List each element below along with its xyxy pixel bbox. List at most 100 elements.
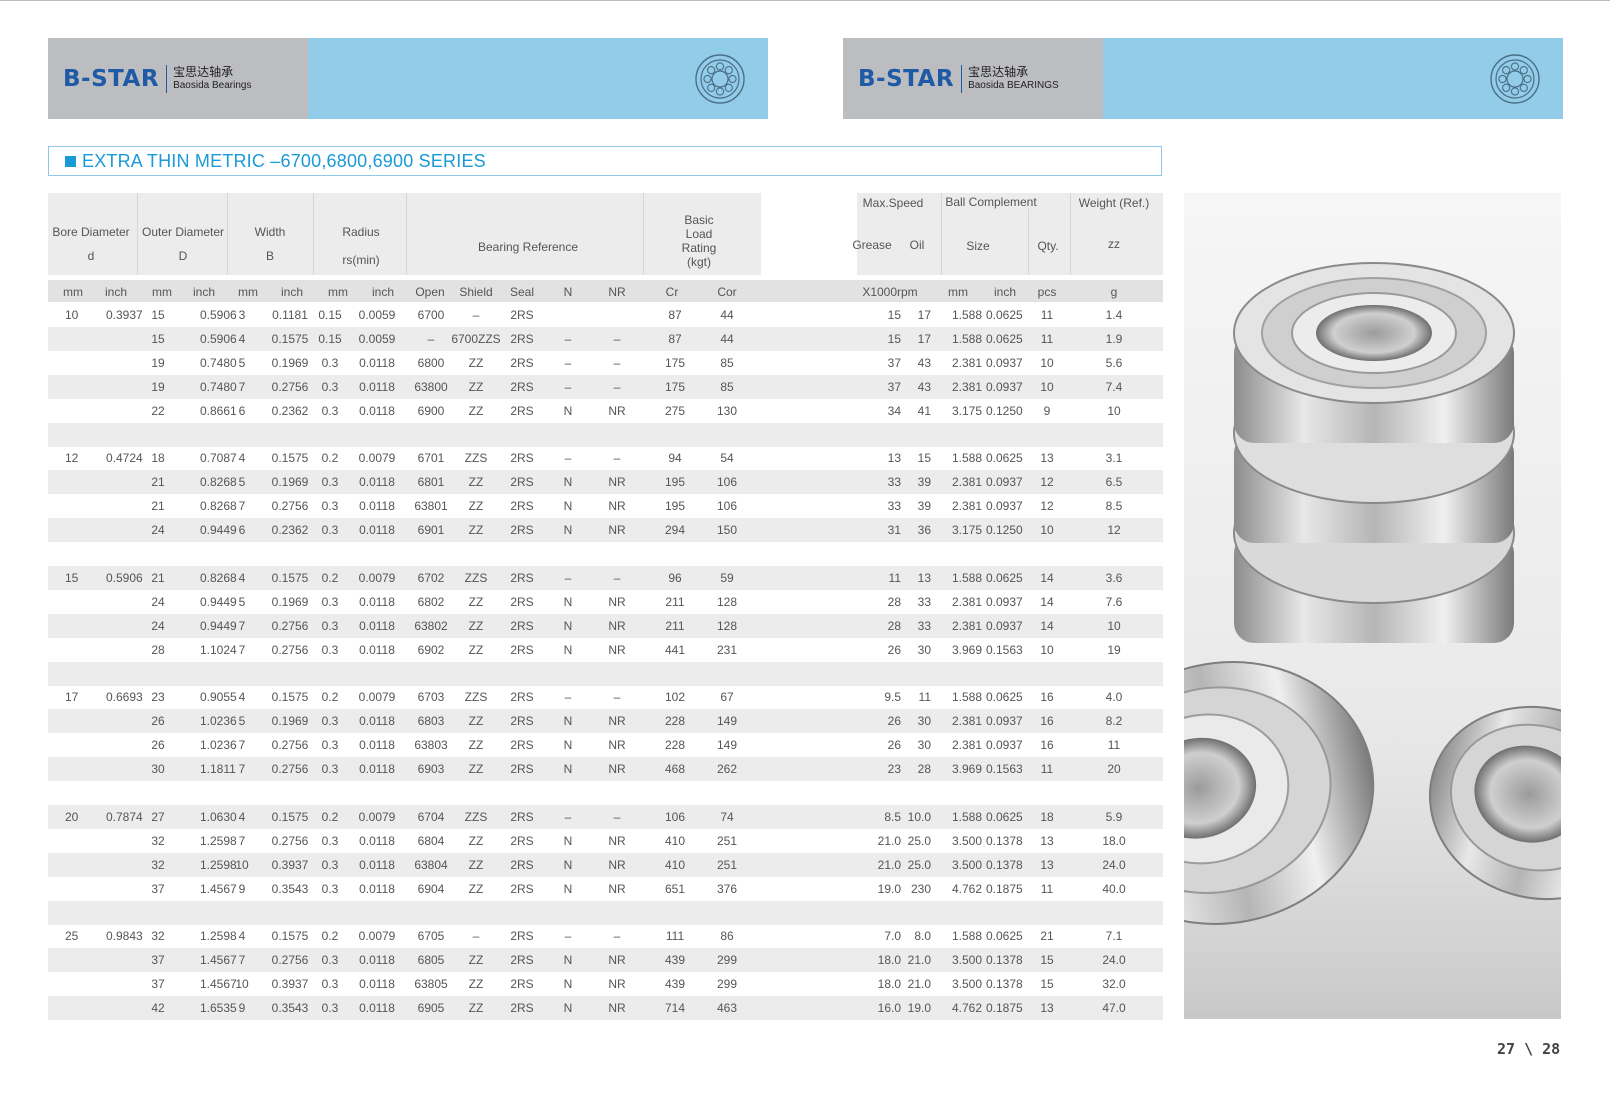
table-header: Bore Diameter d Outer Diameter D Width B… — [48, 193, 1163, 275]
table-cell: ZZ — [468, 881, 484, 896]
table-cell: 4 — [238, 690, 246, 705]
table-cell: 37 — [887, 379, 901, 394]
table-cell: 3 — [238, 308, 246, 322]
table-cell: 15 — [1040, 977, 1054, 992]
table-cell: 16 — [1040, 714, 1054, 729]
table-cell: 1.4567 — [200, 977, 237, 992]
table-cell: 67 — [720, 690, 734, 705]
table-cell: 8.0 — [914, 929, 931, 944]
table-cell: – — [613, 690, 621, 705]
table-cell: ZZS — [464, 451, 488, 466]
table-cell: 6800 — [417, 355, 445, 370]
table-cell: 0.0625 — [986, 451, 1023, 466]
table-row: 37 1.4567 9 0.3543 0.3 0.0118 6904 ZZ 2RS N NR 651 3… — [48, 877, 1163, 901]
table-cell: 6702 — [417, 570, 445, 585]
table-cell: 26 — [887, 714, 901, 729]
table-cell: NR — [608, 403, 626, 418]
table-cell: 37 — [151, 977, 165, 992]
table-cell: 3.969 — [952, 762, 983, 777]
table-row: 28 1.1024 7 0.2756 0.3 0.0118 6902 ZZ 2RS N NR 441 2… — [48, 638, 1163, 662]
table-cell: 10 — [1040, 355, 1054, 370]
table-cell: 10 — [1107, 403, 1121, 418]
table-cell: 175 — [664, 355, 686, 370]
table-cell: 0.15 — [318, 308, 342, 322]
table-cell: 6901 — [417, 523, 445, 538]
group-spacer-row — [48, 542, 1163, 566]
table-cell: 1.0236 — [200, 738, 237, 753]
table-cell: 21 — [1040, 929, 1054, 944]
table-cell: ZZ — [468, 594, 484, 609]
brand-subtitle: 宝思达轴承 Baosida BEARINGS — [968, 65, 1059, 92]
table-cell: 228 — [664, 714, 686, 729]
column-divider — [1028, 209, 1029, 275]
table-cell: 13 — [887, 451, 901, 466]
table-cell: 149 — [716, 714, 738, 729]
table-cell: 0.1875 — [986, 1001, 1023, 1016]
table-cell: 0.0937 — [986, 379, 1023, 394]
table-cell: 11 — [918, 690, 931, 705]
ball-complement-header: Ball Complement — [945, 195, 1037, 209]
table-cell: 17 — [65, 690, 79, 705]
table-cell: 6700 — [417, 308, 445, 322]
column-divider — [313, 193, 314, 275]
column-divider — [941, 193, 942, 275]
table-cell: 4 — [238, 570, 246, 585]
table-cell: 0.2362 — [271, 403, 309, 418]
unit-label: mm — [948, 285, 968, 299]
table-cell: 0.9449 — [200, 594, 237, 609]
table-cell: – — [564, 570, 572, 585]
table-cell: 0.3 — [321, 618, 339, 633]
bore-symbol: d — [87, 249, 95, 263]
table-cell: N — [563, 953, 573, 968]
table-cell: 39 — [917, 475, 931, 490]
table-cell: 63800 — [414, 379, 448, 394]
table-cell: 0.3 — [321, 594, 339, 609]
table-cell: ZZ — [468, 499, 484, 514]
header-gap — [761, 193, 857, 275]
table-cell: 1.1811 — [200, 762, 236, 777]
table-cell: 87 — [668, 308, 682, 322]
table-cell: NR — [608, 475, 626, 490]
table-cell: 0.2756 — [271, 953, 309, 968]
table-cell: 0.2756 — [271, 738, 309, 753]
table-cell: 2.381 — [952, 594, 983, 609]
column-divider — [227, 193, 228, 275]
table-cell: 1.588 — [952, 690, 983, 705]
unit-label: inch — [280, 285, 304, 299]
unit-label: inch — [192, 285, 216, 299]
table-cell: NR — [608, 881, 626, 896]
table-cell: 24 — [151, 594, 165, 609]
table-cell: N — [563, 618, 573, 633]
table-cell: 0.1563 — [986, 762, 1023, 777]
table-cell: 28 — [917, 762, 931, 777]
table-cell: 7 — [238, 379, 246, 394]
table-cell: 0.3 — [321, 762, 339, 777]
table-cell: 8.5 — [1105, 499, 1123, 514]
load-rating-header-line3: Rating — [681, 241, 717, 255]
table-cell: – — [472, 929, 480, 944]
table-row: 17 0.6693 23 0.9055 4 0.1575 0.2 0.0079 6703 ZZS 2… — [48, 685, 1163, 709]
unit-label: pcs — [1037, 285, 1057, 299]
max-speed-header: Max.Speed — [862, 196, 924, 210]
table-cell: 1.2598 — [200, 929, 237, 944]
table-cell: 10 — [1040, 379, 1054, 394]
table-cell: 21.0 — [907, 953, 931, 968]
table-cell: 0.1969 — [271, 594, 309, 609]
table-cell: 13 — [1040, 857, 1054, 872]
table-cell: 5.6 — [1105, 355, 1123, 370]
table-cell: 0.3 — [321, 977, 339, 992]
table-cell: 262 — [716, 762, 738, 777]
table-cell: 0.3 — [321, 355, 339, 370]
table-cell: 2.381 — [952, 738, 983, 753]
section-title-text: EXTRA THIN METRIC –6700,6800,6900 SERIES — [82, 150, 486, 171]
table-cell: 11 — [1107, 738, 1121, 753]
table-cell: 0.0118 — [359, 594, 395, 609]
table-cell: 0.1575 — [271, 690, 309, 705]
table-row: 32 1.2598 7 0.2756 0.3 0.0118 6804 ZZ 2RS N NR 410 2… — [48, 829, 1163, 853]
table-cell: 2RS — [510, 953, 534, 968]
table-cell: 25.0 — [907, 833, 931, 848]
table-cell: 2.381 — [952, 355, 983, 370]
table-cell: 439 — [664, 977, 686, 992]
table-cell: 21.0 — [877, 833, 901, 848]
table-cell: 7.6 — [1105, 594, 1123, 609]
